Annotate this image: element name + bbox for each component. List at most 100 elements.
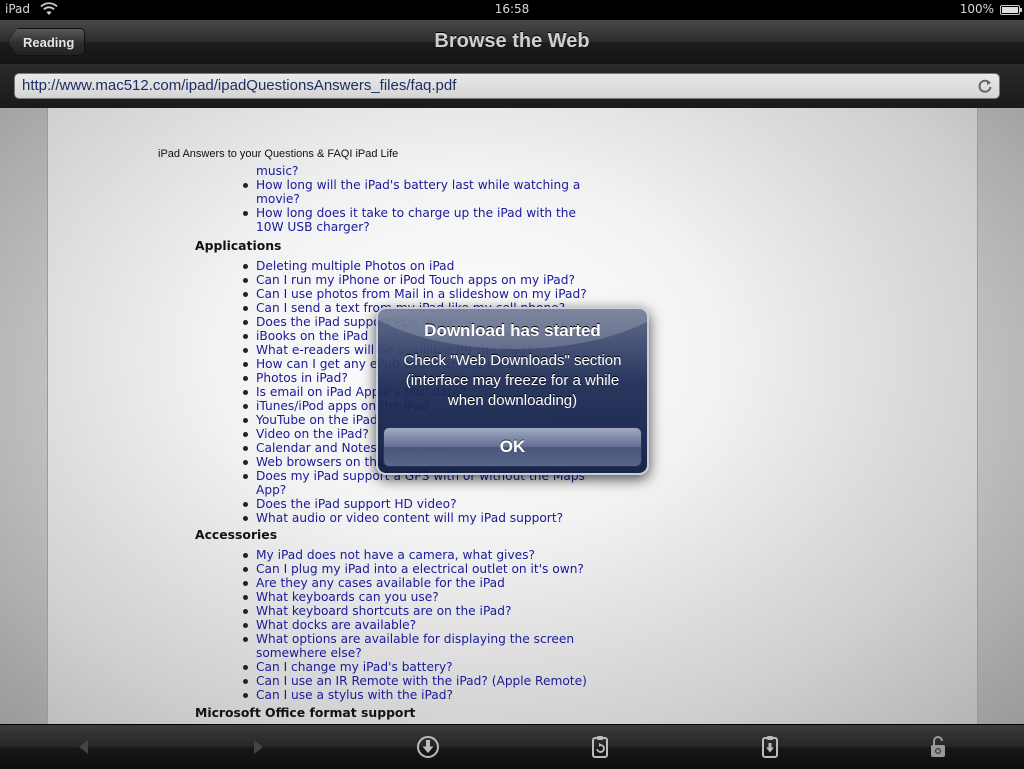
list-item-text: What keyboards can you use? <box>256 590 439 604</box>
alert-title: Download has started <box>424 321 601 340</box>
list-item-text: How long does it take to charge up the i… <box>256 206 576 220</box>
list-item-text: My iPad does not have a camera, what giv… <box>256 548 535 562</box>
intro-list: music? How long will the iPad's battery l… <box>243 164 581 234</box>
clipboard-icon[interactable] <box>588 735 612 759</box>
list-item-continuation[interactable]: music? <box>256 164 580 178</box>
navigation-bar: Reading Browse the Web <box>0 20 1024 65</box>
lock-icon[interactable] <box>926 735 950 759</box>
list-item-text: What keyboard shortcuts are on the iPad? <box>256 604 512 618</box>
list-item-text: 10W USB charger? <box>256 220 370 234</box>
list-item-text: Can I use photos from Mail in a slidesho… <box>256 287 587 301</box>
bullet-icon <box>243 390 248 395</box>
bullet-icon <box>243 679 248 684</box>
url-input[interactable]: http://www.mac512.com/ipad/ipadQuestions… <box>14 73 1000 99</box>
bullet-icon <box>243 609 248 614</box>
list-item[interactable]: What keyboard shortcuts are on the iPad? <box>243 604 587 618</box>
bullet-icon <box>243 211 248 216</box>
list-item[interactable]: Are they any cases available for the iPa… <box>243 576 587 590</box>
bullet-icon <box>243 595 248 600</box>
page-title: Browse the Web <box>434 30 590 52</box>
list-item[interactable]: Can I use an IR Remote with the iPad? (A… <box>243 674 587 688</box>
url-bar: http://www.mac512.com/ipad/ipadQuestions… <box>0 64 1024 108</box>
bullet-icon <box>243 474 248 479</box>
bullet-icon <box>243 348 248 353</box>
list-item-text: Photos in iPad? <box>256 371 348 385</box>
status-bar: iPad 16:58 100% <box>0 0 1024 20</box>
bullet-icon <box>243 362 248 367</box>
back-arrow-icon[interactable] <box>72 735 96 759</box>
clipboard-download-icon[interactable] <box>758 735 782 759</box>
section-heading: Microsoft Office format support <box>195 705 416 720</box>
list-item[interactable]: Deleting multiple Photos on iPad <box>243 259 587 273</box>
bullet-icon <box>243 567 248 572</box>
forward-arrow-icon[interactable] <box>246 735 270 759</box>
list-item[interactable]: How long will the iPad's battery last wh… <box>243 178 581 192</box>
list-item-text: Can I use an IR Remote with the iPad? (A… <box>256 674 587 688</box>
bullet-icon <box>243 292 248 297</box>
download-icon[interactable] <box>416 735 440 759</box>
list-item[interactable]: What options are available for displayin… <box>243 632 587 646</box>
list-item[interactable]: What audio or video content will my iPad… <box>243 511 587 525</box>
list-item[interactable]: Can I use a stylus with the iPad? <box>243 688 587 702</box>
url-text: http://www.mac512.com/ipad/ipadQuestions… <box>22 77 457 94</box>
bullet-icon <box>243 460 248 465</box>
bullet-icon <box>243 637 248 642</box>
list-item-text: What audio or video content will my iPad… <box>256 511 564 525</box>
list-item-continuation[interactable]: App? <box>256 483 587 497</box>
bullet-icon <box>243 502 248 507</box>
list-item[interactable]: Does the iPad support HD video? <box>243 497 587 511</box>
list-item-text: Can I plug my iPad into a electrical out… <box>256 562 584 576</box>
bullet-icon <box>243 320 248 325</box>
bullet-icon <box>243 183 248 188</box>
section-heading: Accessories <box>195 527 278 542</box>
list-item[interactable]: How long does it take to charge up the i… <box>243 206 580 220</box>
list-item-text: Are they any cases available for the iPa… <box>256 576 505 590</box>
bullet-icon <box>243 553 248 558</box>
list-item-text: What options are available for displayin… <box>256 632 575 646</box>
list-item-text: Can I use a stylus with the iPad? <box>256 688 453 702</box>
list-item-continuation[interactable]: 10W USB charger? <box>256 220 580 234</box>
bullet-icon <box>243 278 248 283</box>
bullet-icon <box>243 306 248 311</box>
list-item[interactable]: Can I plug my iPad into a electrical out… <box>243 562 587 576</box>
list-item-text: App? <box>256 483 287 497</box>
bottom-toolbar <box>0 724 1024 769</box>
bullet-icon <box>243 665 248 670</box>
list-item-text: Deleting multiple Photos on iPad <box>256 259 455 273</box>
list-item[interactable]: Can I change my iPad's battery? <box>243 660 587 674</box>
list-item-text: somewhere else? <box>256 646 362 660</box>
bullet-icon <box>243 623 248 628</box>
list-item-text: iBooks on the iPad <box>256 329 369 343</box>
list-item[interactable]: Can I use photos from Mail in a slidesho… <box>243 287 587 301</box>
list-item-continuation[interactable]: movie? <box>256 192 580 206</box>
list-item[interactable]: What keyboards can you use? <box>243 590 587 604</box>
bullet-icon <box>243 376 248 381</box>
clock: 16:58 <box>494 2 530 16</box>
list-item-text: music? <box>256 164 299 178</box>
list-item-text: Does the iPad support HD video? <box>256 497 457 511</box>
list-item-text: Video on the iPad? <box>256 427 369 441</box>
bullet-icon <box>243 516 248 521</box>
reload-icon[interactable] <box>977 78 993 94</box>
ok-button[interactable]: OK <box>383 427 642 467</box>
alert-message: Check "Web Downloads" section (interface… <box>403 352 622 409</box>
list-item-continuation[interactable]: somewhere else? <box>256 646 587 660</box>
bullet-icon <box>243 693 248 698</box>
bullet-icon <box>243 334 248 339</box>
bullet-icon <box>243 432 248 437</box>
bullet-icon <box>243 418 248 423</box>
battery-percent: 100% <box>959 2 994 16</box>
list-item-text: How long will the iPad's battery last wh… <box>256 178 581 192</box>
section-heading: Applications <box>195 238 282 253</box>
bullet-icon <box>243 581 248 586</box>
list-item-text: Can I change my iPad's battery? <box>256 660 453 674</box>
document-header: iPad Answers to your Questions & FAQI iP… <box>158 148 399 160</box>
list-item-text: What docks are available? <box>256 618 417 632</box>
list-item[interactable]: Can I run my iPhone or iPod Touch apps o… <box>243 273 587 287</box>
list-item-text: movie? <box>256 192 300 206</box>
bullet-icon <box>243 264 248 269</box>
list-item[interactable]: What docks are available? <box>243 618 587 632</box>
list-item[interactable]: My iPad does not have a camera, what giv… <box>243 548 587 562</box>
battery-icon <box>1000 5 1022 15</box>
bullet-icon <box>243 446 248 451</box>
